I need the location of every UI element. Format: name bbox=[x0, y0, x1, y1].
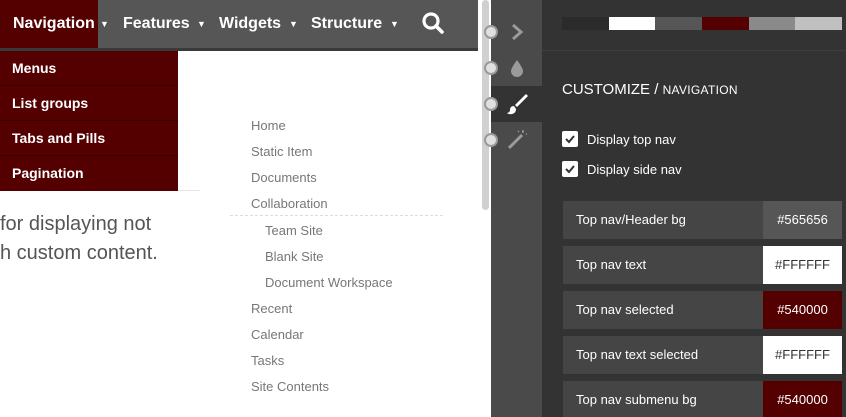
caret-down-icon[interactable]: ▼ bbox=[390, 0, 399, 48]
color-value-field[interactable]: #FFFFFF bbox=[763, 336, 842, 374]
panel-title-main: CUSTOMIZE bbox=[562, 81, 651, 98]
option-display-top-nav[interactable]: Display top nav bbox=[562, 130, 676, 148]
search-icon[interactable] bbox=[420, 10, 446, 36]
droplet-icon bbox=[510, 60, 523, 77]
swatch[interactable] bbox=[608, 17, 656, 30]
tool-indicator-dot bbox=[484, 61, 498, 75]
body-text-line: h custom content. bbox=[0, 242, 158, 264]
checkmark-icon bbox=[565, 165, 575, 174]
nav-item-label: Features bbox=[123, 15, 190, 32]
side-nav-item-recent[interactable]: Recent bbox=[251, 301, 292, 316]
side-nav-item-blank-site[interactable]: Blank Site bbox=[265, 249, 324, 264]
color-setting-label: Top nav submenu bg bbox=[576, 392, 697, 407]
color-setting-top-nav-header-bg[interactable]: Top nav/Header bg #565656 bbox=[563, 201, 842, 239]
nav-item-features[interactable]: Features bbox=[123, 0, 190, 48]
color-setting-top-nav-submenu-bg[interactable]: Top nav submenu bg #540000 bbox=[563, 381, 842, 417]
tool-button-effects[interactable] bbox=[491, 122, 542, 158]
chevron-right-icon bbox=[511, 23, 523, 41]
nav-item-label: Widgets bbox=[219, 15, 282, 32]
tool-button-expand[interactable] bbox=[491, 14, 542, 50]
option-label: Display side nav bbox=[587, 161, 682, 177]
color-setting-label: Top nav selected bbox=[576, 302, 674, 317]
side-nav-item-static-item[interactable]: Static Item bbox=[251, 144, 312, 159]
caret-down-icon[interactable]: ▼ bbox=[100, 0, 109, 48]
panel-title: CUSTOMIZE / NAVIGATION bbox=[562, 81, 738, 99]
option-label: Display top nav bbox=[587, 131, 676, 147]
submenu-item-tabs-and-pills[interactable]: Tabs and Pills bbox=[0, 121, 178, 156]
side-nav-item-site-contents[interactable]: Site Contents bbox=[251, 379, 329, 394]
theme-swatches[interactable] bbox=[562, 17, 843, 30]
divider bbox=[178, 190, 200, 191]
side-nav-item-home[interactable]: Home bbox=[251, 118, 286, 133]
tool-button-customize[interactable] bbox=[491, 86, 542, 122]
swatch[interactable] bbox=[748, 17, 796, 30]
nav-item-structure[interactable]: Structure bbox=[311, 0, 382, 48]
side-nav-item-team-site[interactable]: Team Site bbox=[265, 223, 323, 238]
side-nav-item-calendar[interactable]: Calendar bbox=[251, 327, 304, 342]
color-setting-top-nav-text[interactable]: Top nav text #FFFFFF bbox=[563, 246, 842, 284]
color-value-field[interactable]: #565656 bbox=[763, 201, 842, 239]
tool-indicator-dot bbox=[484, 25, 498, 39]
swatch[interactable] bbox=[702, 17, 749, 30]
side-nav-divider bbox=[230, 215, 443, 216]
checkmark-icon bbox=[565, 135, 575, 144]
side-nav-item-documents[interactable]: Documents bbox=[251, 170, 317, 185]
swatch[interactable] bbox=[562, 17, 609, 30]
panel-title-separator: / bbox=[650, 81, 663, 98]
color-value-field[interactable]: #FFFFFF bbox=[763, 246, 842, 284]
submenu-item-menus[interactable]: Menus bbox=[0, 51, 178, 86]
caret-down-icon[interactable]: ▼ bbox=[289, 0, 298, 48]
swatch[interactable] bbox=[795, 17, 843, 30]
submenu-item-list-groups[interactable]: List groups bbox=[0, 86, 178, 121]
nav-submenu: Menus List groups Tabs and Pills Paginat… bbox=[0, 51, 178, 191]
option-display-side-nav[interactable]: Display side nav bbox=[562, 160, 682, 178]
submenu-item-pagination[interactable]: Pagination bbox=[0, 156, 178, 191]
nav-item-navigation[interactable]: Navigation bbox=[0, 0, 98, 48]
tool-button-colors[interactable] bbox=[491, 50, 542, 86]
checkbox[interactable] bbox=[562, 131, 578, 147]
checkbox[interactable] bbox=[562, 161, 578, 177]
nav-item-label: Structure bbox=[311, 15, 383, 32]
color-setting-label: Top nav/Header bg bbox=[576, 212, 686, 227]
panel-title-sub: NAVIGATION bbox=[662, 83, 738, 97]
color-setting-top-nav-selected[interactable]: Top nav selected #540000 bbox=[563, 291, 842, 329]
swatch[interactable] bbox=[655, 17, 703, 30]
color-setting-label: Top nav text selected bbox=[576, 347, 699, 362]
body-text-line: for displaying not bbox=[0, 213, 152, 235]
color-setting-label: Top nav text bbox=[576, 257, 647, 272]
tool-indicator-dot bbox=[484, 97, 498, 111]
paintbrush-icon bbox=[506, 94, 528, 115]
side-nav-item-document-workspace[interactable]: Document Workspace bbox=[265, 275, 393, 290]
color-setting-top-nav-text-selected[interactable]: Top nav text selected #FFFFFF bbox=[563, 336, 842, 374]
side-nav-item-tasks[interactable]: Tasks bbox=[251, 353, 284, 368]
nav-item-widgets[interactable]: Widgets bbox=[219, 0, 281, 48]
tool-indicator-dot bbox=[484, 133, 498, 147]
side-nav-item-collaboration[interactable]: Collaboration bbox=[251, 196, 328, 211]
panel-divider bbox=[542, 50, 846, 51]
color-value-field[interactable]: #540000 bbox=[763, 381, 842, 417]
magic-wand-icon bbox=[507, 130, 527, 150]
caret-down-icon[interactable]: ▼ bbox=[197, 0, 206, 48]
nav-item-label: Navigation bbox=[13, 15, 95, 32]
color-value-field[interactable]: #540000 bbox=[763, 291, 842, 329]
